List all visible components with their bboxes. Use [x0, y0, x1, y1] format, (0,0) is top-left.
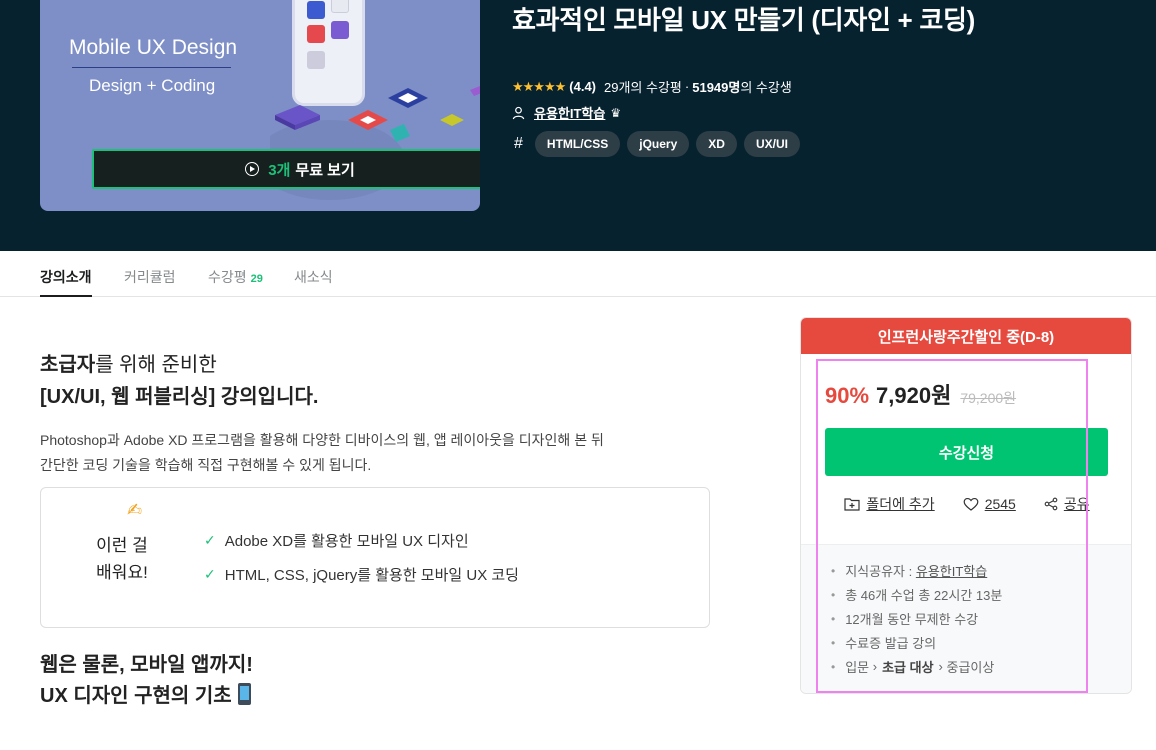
- discount-rate: 90%: [825, 383, 870, 408]
- info-lessons: • 총 46개 수업 총 22시간 13분: [831, 587, 1003, 604]
- heart-icon: [963, 497, 979, 511]
- thumbnail-divider: [72, 67, 231, 68]
- learning-objectives-label: 이런 걸 배워요!: [96, 536, 148, 582]
- tag-xd[interactable]: XD: [696, 131, 737, 157]
- mobile-phone-icon: [237, 683, 251, 705]
- thumbnail-subtitle: Design + Coding: [89, 76, 216, 95]
- tab-news[interactable]: 새소식: [294, 251, 333, 297]
- info-instructor-link[interactable]: 유용한IT학습: [916, 561, 987, 580]
- hashtag-icon: #: [514, 135, 523, 152]
- course-tabs: 강의소개 커리큘럼 수강평 29 새소식: [0, 251, 1156, 297]
- course-title: 효과적인 모바일 UX 만들기 (디자인 + 코딩): [512, 5, 975, 35]
- review-count-badge: 29: [250, 273, 263, 285]
- info-certificate: • 수료증 발급 강의: [831, 635, 937, 652]
- enroll-button[interactable]: 수강신청: [825, 428, 1108, 476]
- free-preview-button[interactable]: 3개 무료 보기: [92, 149, 480, 189]
- intro-heading-line1: 초급자를 위해 준비한: [40, 354, 217, 376]
- course-info-list: • 지식공유자 : 유용한IT학습 • 총 46개 수업 총 22시간 13분 •…: [801, 545, 1131, 693]
- folder-plus-icon: [844, 498, 860, 511]
- play-icon: [245, 162, 260, 176]
- review-count: 29개의 수강평: [604, 80, 682, 95]
- price-row: 90% 7,920원 79,200원: [825, 378, 1016, 410]
- like-button[interactable]: 2545: [963, 494, 1016, 514]
- learning-objective-item: ✓ Adobe XD를 활용한 모바일 UX 디자인: [204, 532, 469, 550]
- course-header: Mobile UX Design Design + Coding 3개 무료 보…: [0, 0, 1156, 251]
- crown-icon: ♛: [610, 105, 622, 120]
- share-button[interactable]: 공유: [1044, 494, 1090, 514]
- rating-row: ★★★★★ (4.4) 29개의 수강평 · 51949명 의 수강생: [512, 78, 792, 96]
- course-description: Photoshop과 Adobe XD 프로그램을 활용해 다양한 디바이스의 …: [40, 432, 604, 473]
- section-heading-line1: 웹은 물론, 모바일 앱까지!: [40, 654, 253, 676]
- discount-banner: 인프런사랑주간할인 중(D-8): [801, 318, 1131, 354]
- tab-introduction[interactable]: 강의소개: [40, 251, 92, 297]
- isometric-blocks-illustration: [270, 86, 480, 200]
- writing-hand-icon: ✍: [127, 500, 143, 520]
- tag-jquery[interactable]: jQuery: [627, 131, 690, 157]
- tag-list: # HTML/CSS jQuery XD UX/UI: [512, 131, 807, 157]
- student-suffix: 의 수강생: [740, 80, 792, 95]
- tab-curriculum[interactable]: 커리큘럼: [124, 251, 176, 297]
- section-heading-line2: UX 디자인 구현의 기초: [40, 679, 251, 708]
- card-actions: 폴더에 추가 2545 공유: [801, 494, 1131, 514]
- check-icon: ✓: [204, 566, 216, 582]
- rating-score: (4.4): [569, 79, 597, 94]
- instructor-link[interactable]: 유용한IT학습: [534, 103, 605, 122]
- learning-objectives-box: ✍ 이런 걸 배워요! ✓ Adobe XD를 활용한 모바일 UX 디자인 ✓…: [40, 487, 710, 628]
- chevron-right-icon: ›: [938, 659, 943, 674]
- student-count: 51949명: [692, 80, 741, 95]
- purchase-card: 인프런사랑주간할인 중(D-8) 90% 7,920원 79,200원 수강신청…: [800, 317, 1132, 694]
- course-thumbnail[interactable]: Mobile UX Design Design + Coding 3개 무료 보…: [40, 0, 480, 211]
- learning-objective-item: ✓ HTML, CSS, jQuery를 활용한 모바일 UX 코딩: [204, 566, 519, 584]
- star-rating-icon: ★★★★★: [512, 78, 566, 94]
- info-instructor: • 지식공유자 : 유용한IT학습: [831, 561, 987, 580]
- share-icon: [1044, 497, 1058, 511]
- chevron-right-icon: ›: [872, 659, 878, 674]
- info-level: • 입문 › 초급 대상 › 중급이상: [831, 659, 995, 675]
- instructor-row: 유용한IT학습 ♛: [512, 103, 621, 122]
- sale-price: 7,920원: [876, 383, 952, 408]
- preview-label: 무료 보기: [295, 161, 355, 179]
- check-icon: ✓: [204, 532, 216, 548]
- info-period: • 12개월 동안 무제한 수강: [831, 611, 979, 628]
- original-price: 79,200원: [960, 390, 1017, 406]
- tag-ux-ui[interactable]: UX/UI: [743, 131, 800, 157]
- add-to-folder-button[interactable]: 폴더에 추가: [844, 494, 935, 514]
- thumbnail-title: Mobile UX Design: [69, 36, 238, 59]
- user-icon: [512, 106, 525, 119]
- intro-heading-line2: [UX/UI, 웹 퍼블리싱] 강의입니다.: [40, 386, 319, 408]
- tag-html-css[interactable]: HTML/CSS: [534, 131, 621, 157]
- preview-count: 3개: [268, 161, 291, 179]
- tab-reviews[interactable]: 수강평 29: [208, 251, 263, 297]
